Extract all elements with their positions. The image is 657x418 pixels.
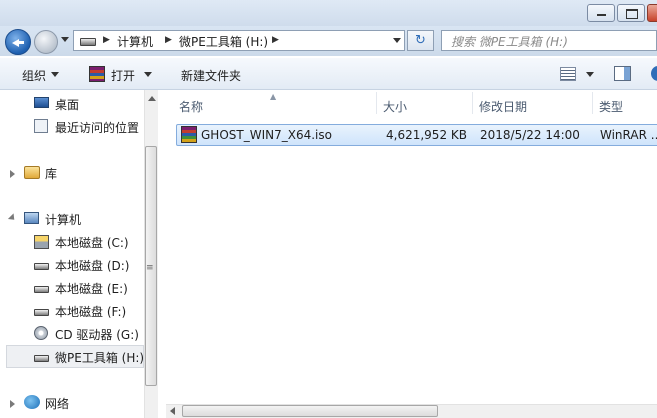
back-button[interactable] [5,29,31,55]
expand-chevron-icon[interactable] [10,170,15,178]
expand-chevron-icon[interactable] [10,400,15,408]
breadcrumb-current-drive[interactable]: 微PE工具箱 (H:) [179,33,268,50]
nav-item-computer[interactable]: 计算机 [45,211,81,228]
file-modified: 2018/5/22 14:00 [480,128,580,142]
drive-icon [34,355,49,362]
column-header-type[interactable]: 类型 [599,98,623,115]
address-history-dropdown[interactable] [389,30,405,51]
breadcrumb-separator-icon[interactable]: ▶ [272,35,279,45]
search-placeholder: 搜索 微PE工具箱 (H:) [451,35,568,49]
breadcrumb-separator-icon[interactable]: ▶ [103,35,110,45]
nav-item-drive-f[interactable]: 本地磁盘 (F:) [55,303,126,320]
pane-splitter[interactable] [158,90,166,418]
drive-icon [80,38,96,46]
chevron-down-icon[interactable] [144,72,152,77]
view-options-icon[interactable] [560,67,576,81]
nav-item-recent-places[interactable]: 最近访问的位置 [55,119,139,136]
computer-icon [24,212,39,224]
winrar-icon[interactable] [89,66,105,82]
file-size: 4,621,952 KB [386,128,467,142]
nav-item-drive-e[interactable]: 本地磁盘 (E:) [55,280,128,297]
system-drive-icon [34,235,49,249]
desktop-icon [34,97,49,108]
organize-button[interactable]: 组织 [22,67,46,84]
scroll-up-arrow-icon[interactable] [148,96,156,101]
drive-icon [34,263,49,270]
column-divider[interactable] [376,92,377,114]
refresh-icon: ↻ [415,33,426,48]
file-list-hscroll-thumb[interactable] [182,405,438,417]
forward-button[interactable] [34,30,58,54]
new-folder-button[interactable]: 新建文件夹 [181,67,241,84]
library-icon [24,166,40,179]
scroll-grip-icon: ≡ [146,263,154,273]
nav-item-libraries[interactable]: 库 [45,165,57,182]
breadcrumb-computer[interactable]: 计算机 [117,33,153,50]
window-title-bar [0,0,657,26]
chevron-down-icon[interactable] [586,72,594,77]
column-divider[interactable] [472,92,473,114]
recent-pages-dropdown[interactable] [61,37,69,42]
chevron-down-icon[interactable] [51,72,59,77]
breadcrumb-separator-icon[interactable]: ▶ [165,35,172,45]
network-icon [24,395,40,409]
close-button[interactable] [647,4,657,22]
preview-pane-icon[interactable] [614,66,631,81]
navigation-pane [0,90,158,418]
column-header-size[interactable]: 大小 [383,98,407,115]
column-divider[interactable] [592,92,593,114]
scroll-left-arrow-icon[interactable] [170,407,175,415]
column-header-modified[interactable]: 修改日期 [479,98,527,115]
maximize-button[interactable] [617,4,645,22]
minimize-button[interactable] [587,4,615,22]
nav-item-drive-g[interactable]: CD 驱动器 (G:) [55,326,139,343]
file-name[interactable]: GHOST_WIN7_X64.iso [201,128,332,142]
sort-ascending-icon: ▲ [270,92,277,101]
recent-places-icon [34,119,48,133]
open-button[interactable]: 打开 [111,67,135,84]
nav-item-drive-h[interactable]: 微PE工具箱 (H:) [55,349,144,366]
nav-item-drive-c[interactable]: 本地磁盘 (C:) [55,234,129,251]
winrar-archive-icon [181,126,197,143]
file-type: WinRAR ... [600,128,657,142]
drive-icon [34,309,49,316]
column-header-name[interactable]: 名称 [179,98,203,115]
drive-icon [34,286,49,293]
refresh-button[interactable]: ↻ [407,30,434,51]
nav-item-drive-d[interactable]: 本地磁盘 (D:) [55,257,129,274]
nav-item-network[interactable]: 网络 [45,395,69,412]
cd-drive-icon [34,326,48,340]
nav-item-desktop[interactable]: 桌面 [55,96,79,113]
